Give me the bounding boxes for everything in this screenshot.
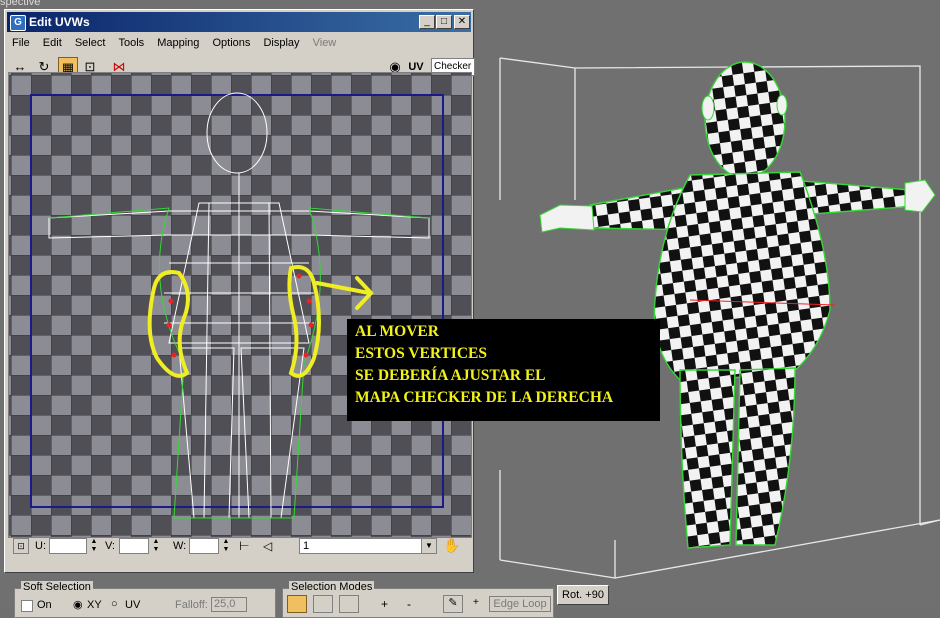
annotation-line-4: MAPA CHECKER DE LA DERECHA [355,389,614,406]
menu-tools[interactable]: Tools [113,34,149,52]
u-spinner[interactable]: ▲ ▼ [89,538,99,554]
annotation-line-3: SE DEBERÍA AJUSTAR EL [355,367,546,384]
annotation-line-2: ESTOS VERTICES [355,345,487,362]
close-button[interactable]: ✕ [454,15,470,29]
uv-radio[interactable]: ○ [111,598,118,610]
menu-file[interactable]: File [7,34,35,52]
channel-dropdown[interactable]: 1 ▼ [299,538,437,554]
window-title: Edit UVWs [29,15,90,29]
menu-display[interactable]: Display [258,34,304,52]
u-label: U: [35,540,46,552]
face-mode-button[interactable] [339,595,359,613]
pan-hand-icon[interactable]: ✋ [443,537,460,554]
on-label: On [37,599,52,611]
menu-select[interactable]: Select [70,34,111,52]
title-bar[interactable]: G Edit UVWs _ □ ✕ [7,12,471,32]
rotate-90-button[interactable]: Rot. +90 [557,585,609,605]
xy-radio[interactable]: ◉ [73,598,83,611]
menu-bar: File Edit Select Tools Mapping Options D… [7,34,471,52]
v-spinner[interactable]: ▲ ▼ [151,538,161,554]
maximize-button[interactable]: □ [436,15,452,29]
lock-icon[interactable]: ⊢ [239,539,249,553]
paint-select-icon[interactable]: ◁ [263,539,272,553]
absolute-offset-icon[interactable]: ⊡ [13,538,29,554]
on-checkbox[interactable] [21,600,33,612]
chevron-down-icon: ▼ [421,539,436,553]
w-label: W: [173,540,187,552]
uv-soft-label: UV [125,599,141,611]
transform-bar: ⊡ U: ▲ ▼ V: ▲ ▼ W: ▲ ▼ ⊢ ◁ 1 ▼ ✋ [11,535,471,559]
menu-view[interactable]: View [308,34,342,52]
edge-mode-button[interactable] [313,595,333,613]
vertex-mode-button[interactable] [287,595,307,613]
falloff-field[interactable]: 25,0 [211,597,247,612]
v-label: V: [105,540,115,552]
xy-label: XY [87,599,102,611]
minimize-button[interactable]: _ [419,15,435,29]
hand-left [539,204,595,233]
shrink-icon[interactable]: - [407,597,411,611]
soft-selection-label: Soft Selection [21,581,93,593]
selection-modes-label: Selection Modes [289,581,375,593]
plus-small-icon[interactable]: + [473,597,479,608]
v-field[interactable] [119,538,149,554]
menu-options[interactable]: Options [207,34,255,52]
edit-uvws-window: G Edit UVWs _ □ ✕ File Edit Select Tools… [4,9,475,573]
w-spinner[interactable]: ▲ ▼ [221,538,231,554]
hand-right [904,179,936,213]
annotation-box: AL MOVER ESTOS VERTICES SE DEBERÍA AJUST… [347,319,660,421]
w-field[interactable] [189,538,219,554]
uv-checker-grid [9,73,471,537]
character-model [589,61,916,549]
grow-icon[interactable]: + [381,597,388,611]
menu-edit[interactable]: Edit [38,34,67,52]
menu-mapping[interactable]: Mapping [152,34,204,52]
uv-editor-canvas[interactable] [8,72,472,538]
u-field[interactable] [49,538,87,554]
annotation-line-1: AL MOVER [355,323,439,340]
channel-value: 1 [303,540,310,552]
paint-brush-icon[interactable]: ✎ [443,595,463,613]
app-icon: G [10,15,26,31]
falloff-label: Falloff: [175,599,208,611]
edge-loop-button[interactable]: Edge Loop [489,596,551,612]
